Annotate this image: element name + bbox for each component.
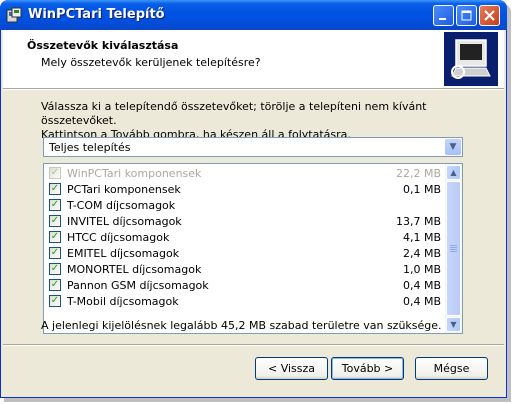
instructions-text: Válassza ki a telepítendő összetevőket; …	[41, 100, 504, 142]
scroll-thumb[interactable]	[446, 181, 461, 316]
component-item[interactable]: ✓ HTCC díjcsomagok 4,1 MB	[44, 230, 444, 246]
close-button[interactable]	[479, 5, 500, 26]
component-size: 22,2 MB	[395, 167, 441, 180]
thumb-grip	[450, 245, 457, 246]
components-scrollbar[interactable]: ▲ ▼	[445, 164, 462, 333]
component-checkbox: ✓	[49, 167, 61, 179]
maximize-icon	[461, 10, 472, 21]
back-button[interactable]: < Vissza	[255, 357, 328, 380]
component-checkbox[interactable]: ✓	[49, 183, 61, 195]
components-list[interactable]: ✓ WinPCTari komponensek 22,2 MB ✓ PCTari kom…	[43, 163, 463, 334]
scroll-up-button[interactable]: ▲	[446, 165, 461, 180]
component-name: EMITEL díjcsomagok	[67, 247, 180, 260]
component-size: 13,7 MB	[395, 215, 441, 228]
disk-space-requirement: A jelenlegi kijelölésnek legalább 45,2 M…	[41, 319, 442, 332]
setup-type-dropdown[interactable]: Teljes telepítés ▼	[43, 137, 463, 157]
component-item[interactable]: ✓ T-Mobil díjcsomagok 0,4 MB	[44, 294, 444, 310]
thumb-grip	[450, 251, 457, 252]
window-title: WinPCTari Telepítő	[28, 7, 165, 22]
component-name: PCTari komponensek	[67, 183, 181, 196]
arrow-up-icon: ▲	[450, 168, 457, 177]
component-checkbox[interactable]: ✓	[49, 231, 61, 243]
component-name: T-Mobil díjcsomagok	[67, 295, 179, 308]
cancel-button[interactable]: Mégse	[415, 357, 488, 380]
wizard-header: Összetevők kiválasztása Mely összetevők …	[3, 30, 504, 89]
component-item[interactable]: ✓ Pannon GSM díjcsomagok 0,4 MB	[44, 278, 444, 294]
component-name: T-COM díjcsomagok	[67, 199, 176, 212]
minimize-icon	[439, 18, 446, 20]
title-bar[interactable]: WinPCTari Telepítő	[0, 0, 507, 30]
component-checkbox[interactable]: ✓	[49, 295, 61, 307]
component-item: ✓ WinPCTari komponensek 22,2 MB	[44, 166, 444, 182]
installer-computer-icon	[444, 32, 498, 86]
component-size: 2,4 MB	[402, 247, 441, 260]
thumb-grip	[450, 249, 457, 250]
scroll-down-button[interactable]: ▼	[446, 317, 461, 332]
component-item[interactable]: ✓ MONORTEL díjcsomagok 1,0 MB	[44, 262, 444, 278]
header-divider	[3, 89, 504, 90]
component-item[interactable]: ✓ T-COM díjcsomagok	[44, 198, 444, 214]
arrow-down-icon: ▼	[450, 320, 457, 329]
installer-window: WinPCTari Telepítő Összetevők kiválasztá…	[0, 0, 507, 398]
component-checkbox[interactable]: ✓	[49, 247, 61, 259]
component-item[interactable]: ✓ INVITEL díjcsomagok 13,7 MB	[44, 214, 444, 230]
maximize-button[interactable]	[456, 5, 477, 26]
minimize-button[interactable]	[433, 5, 454, 26]
page-title: Összetevők kiválasztása	[27, 39, 179, 52]
component-size: 0,4 MB	[402, 295, 441, 308]
component-item[interactable]: ✓ PCTari komponensek 0,1 MB	[44, 182, 444, 198]
component-checkbox[interactable]: ✓	[49, 263, 61, 275]
instructions-line-1: Válassza ki a telepítendő összetevőket; …	[41, 100, 427, 127]
wizard-body: Összetevők kiválasztása Mely összetevők …	[3, 30, 504, 395]
thumb-grip	[450, 247, 457, 248]
component-name: WinPCTari komponensek	[67, 167, 202, 180]
setup-type-value: Teljes telepítés	[49, 141, 131, 154]
installer-app-icon	[6, 7, 22, 23]
component-checkbox[interactable]: ✓	[49, 215, 61, 227]
component-checkbox[interactable]: ✓	[49, 199, 61, 211]
next-button[interactable]: Tovább >	[331, 357, 404, 380]
component-checkbox[interactable]: ✓	[49, 279, 61, 291]
component-size: 0,1 MB	[402, 183, 441, 196]
component-size: 1,0 MB	[402, 263, 441, 276]
component-size: 4,1 MB	[402, 231, 441, 244]
component-name: MONORTEL díjcsomagok	[67, 263, 202, 276]
chevron-down-icon[interactable]: ▼	[445, 139, 461, 155]
page-subtitle: Mely összetevők kerüljenek telepítésre?	[41, 56, 261, 69]
footer-divider	[3, 344, 504, 346]
close-icon	[484, 10, 495, 21]
component-size: 0,4 MB	[402, 279, 441, 292]
component-item[interactable]: ✓ EMITEL díjcsomagok 2,4 MB	[44, 246, 444, 262]
component-name: HTCC díjcsomagok	[67, 231, 170, 244]
component-name: Pannon GSM díjcsomagok	[67, 279, 209, 292]
component-name: INVITEL díjcsomagok	[67, 215, 182, 228]
